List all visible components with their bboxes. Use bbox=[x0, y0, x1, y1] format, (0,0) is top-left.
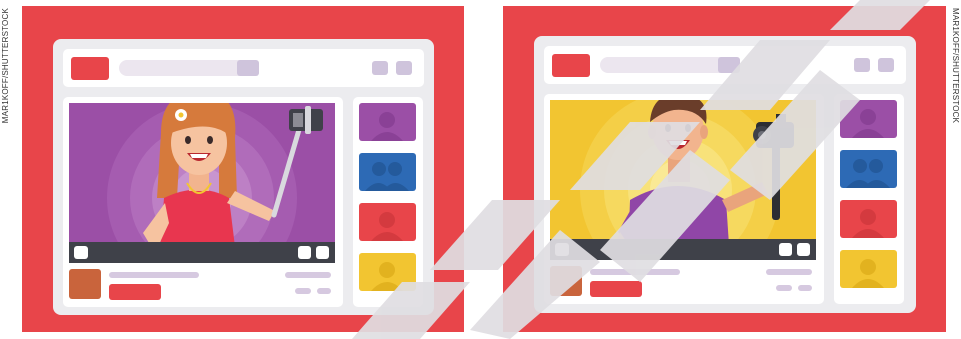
subscribe-button bbox=[590, 281, 642, 297]
url-go-icon bbox=[237, 60, 259, 76]
photo-credit-right: MAR1KOFF/SHUTTERSTOCK bbox=[951, 8, 960, 124]
video-frame bbox=[550, 100, 816, 260]
url-field bbox=[600, 57, 740, 73]
fullscreen-button bbox=[316, 246, 329, 259]
views-placeholder bbox=[766, 269, 812, 275]
url-field bbox=[119, 60, 259, 76]
channel-avatar bbox=[550, 266, 582, 296]
thumbnail-blue bbox=[840, 150, 897, 188]
woman-vlogger-illustration bbox=[69, 103, 335, 263]
play-button bbox=[555, 243, 569, 256]
settings-button bbox=[779, 243, 792, 256]
player-controls bbox=[69, 242, 335, 263]
window-button-icon bbox=[396, 61, 412, 75]
illustration-panel-right bbox=[503, 6, 946, 332]
channel-avatar bbox=[69, 269, 101, 299]
url-go-icon bbox=[718, 57, 740, 73]
thumbnail-red bbox=[840, 200, 897, 238]
browser-window bbox=[53, 39, 434, 315]
man-vlogger-illustration bbox=[550, 100, 816, 260]
share-placeholder bbox=[798, 285, 812, 291]
window-button-icon bbox=[372, 61, 388, 75]
related-videos-column bbox=[834, 94, 904, 304]
thumbnail-purple bbox=[840, 100, 897, 138]
views-placeholder bbox=[285, 272, 331, 278]
video-title-placeholder bbox=[590, 269, 680, 275]
address-bar bbox=[544, 46, 906, 84]
related-videos-column bbox=[353, 97, 423, 307]
player-controls bbox=[550, 239, 816, 260]
browser-window bbox=[534, 36, 916, 313]
thumbnail-red bbox=[359, 203, 416, 241]
thumbnail-purple bbox=[359, 103, 416, 141]
illustration-panel-left bbox=[22, 6, 464, 332]
thumbnail-blue bbox=[359, 153, 416, 191]
thumbnail-yellow bbox=[840, 250, 897, 288]
photo-credit-left: MAR1KOFF/SHUTTERSTOCK bbox=[1, 8, 10, 124]
like-placeholder bbox=[776, 285, 792, 291]
window-button-icon bbox=[854, 58, 870, 72]
share-placeholder bbox=[317, 288, 331, 294]
fullscreen-button bbox=[797, 243, 810, 256]
thumbnail-yellow bbox=[359, 253, 416, 291]
settings-button bbox=[298, 246, 311, 259]
like-placeholder bbox=[295, 288, 311, 294]
play-button bbox=[74, 246, 88, 259]
address-bar bbox=[63, 49, 424, 87]
subscribe-button bbox=[109, 284, 161, 300]
logo-icon bbox=[552, 54, 590, 77]
video-title-placeholder bbox=[109, 272, 199, 278]
logo-icon bbox=[71, 57, 109, 80]
window-button-icon bbox=[878, 58, 894, 72]
video-frame bbox=[69, 103, 335, 263]
video-player-card bbox=[63, 97, 343, 307]
video-player-card bbox=[544, 94, 824, 304]
